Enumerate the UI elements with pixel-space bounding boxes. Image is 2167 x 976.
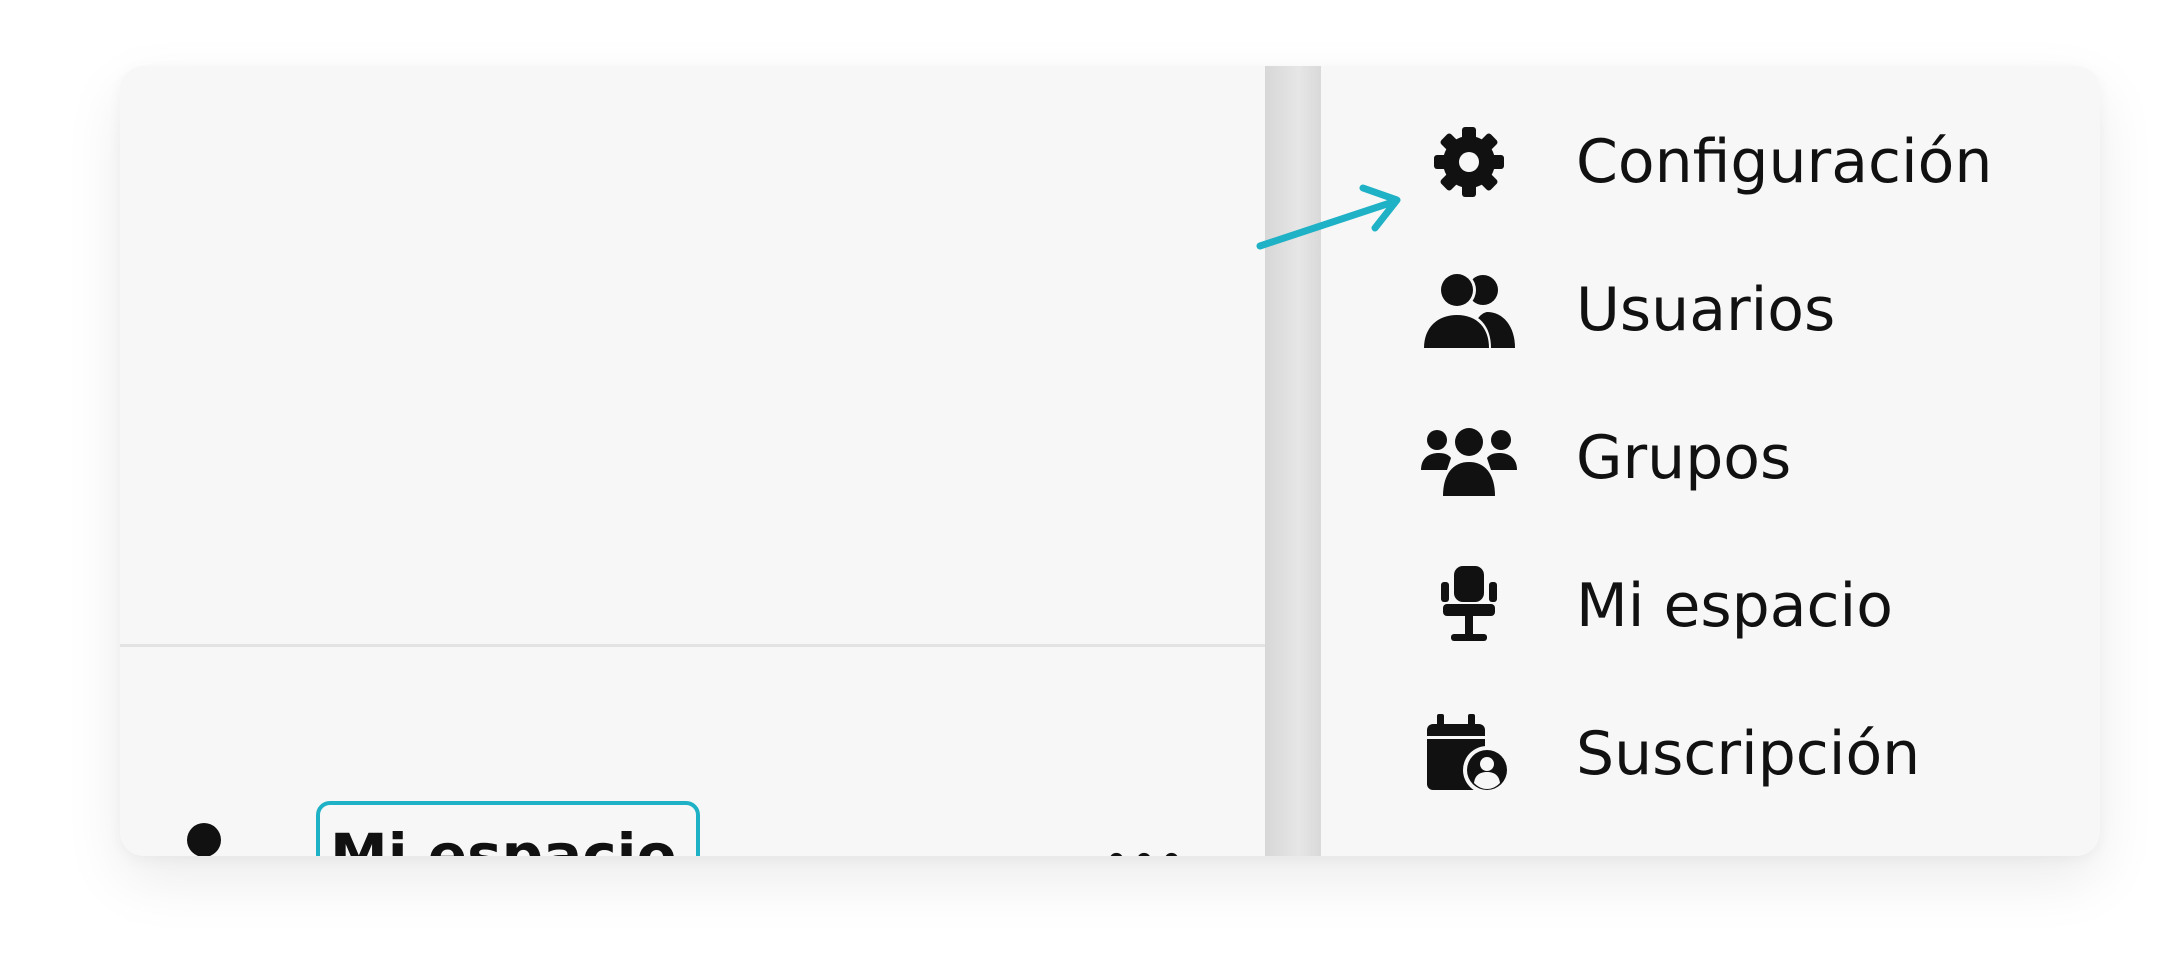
workspace-name-label[interactable]: Mi espacio [316, 801, 701, 856]
menu-item-usuarios[interactable]: Usuarios [1321, 240, 2100, 380]
office-chair-icon [1441, 566, 1497, 641]
user-gear-icon [187, 823, 221, 856]
menu-item-label: Usuarios [1576, 275, 1836, 345]
menu-item-suscripcion[interactable]: Suscripción [1321, 684, 2100, 824]
menu-item-label: Suscripción [1576, 719, 1921, 789]
users-icon [1421, 271, 1515, 348]
gear-icon [1434, 127, 1504, 197]
menu-item-label: Mi espacio [1576, 571, 1893, 641]
menu-item-configuracion[interactable]: Configuración [1321, 92, 2100, 232]
menu-item-label: Configuración [1576, 127, 1993, 197]
group-icon [1421, 428, 1517, 496]
workspace-footer[interactable]: Mi espacio ••• [120, 647, 1265, 856]
menu-item-mi-espacio[interactable]: Mi espacio [1321, 536, 2100, 676]
sidebar-panel: Mi espacio ••• [120, 66, 1265, 856]
canvas: Mi espacio ••• Configuraci [0, 0, 2167, 976]
workspace-menu: Configuración Usuarios Grupos Mi espacio… [1321, 66, 2100, 856]
calendar-user-icon [1427, 714, 1511, 794]
workspace-card: Mi espacio ••• Configuraci [120, 66, 2100, 856]
menu-item-label: Grupos [1576, 423, 1792, 493]
panel-scrollbar[interactable] [1265, 66, 1321, 856]
menu-item-grupos[interactable]: Grupos [1321, 388, 2100, 528]
more-options-button[interactable]: ••• [1104, 837, 1185, 856]
